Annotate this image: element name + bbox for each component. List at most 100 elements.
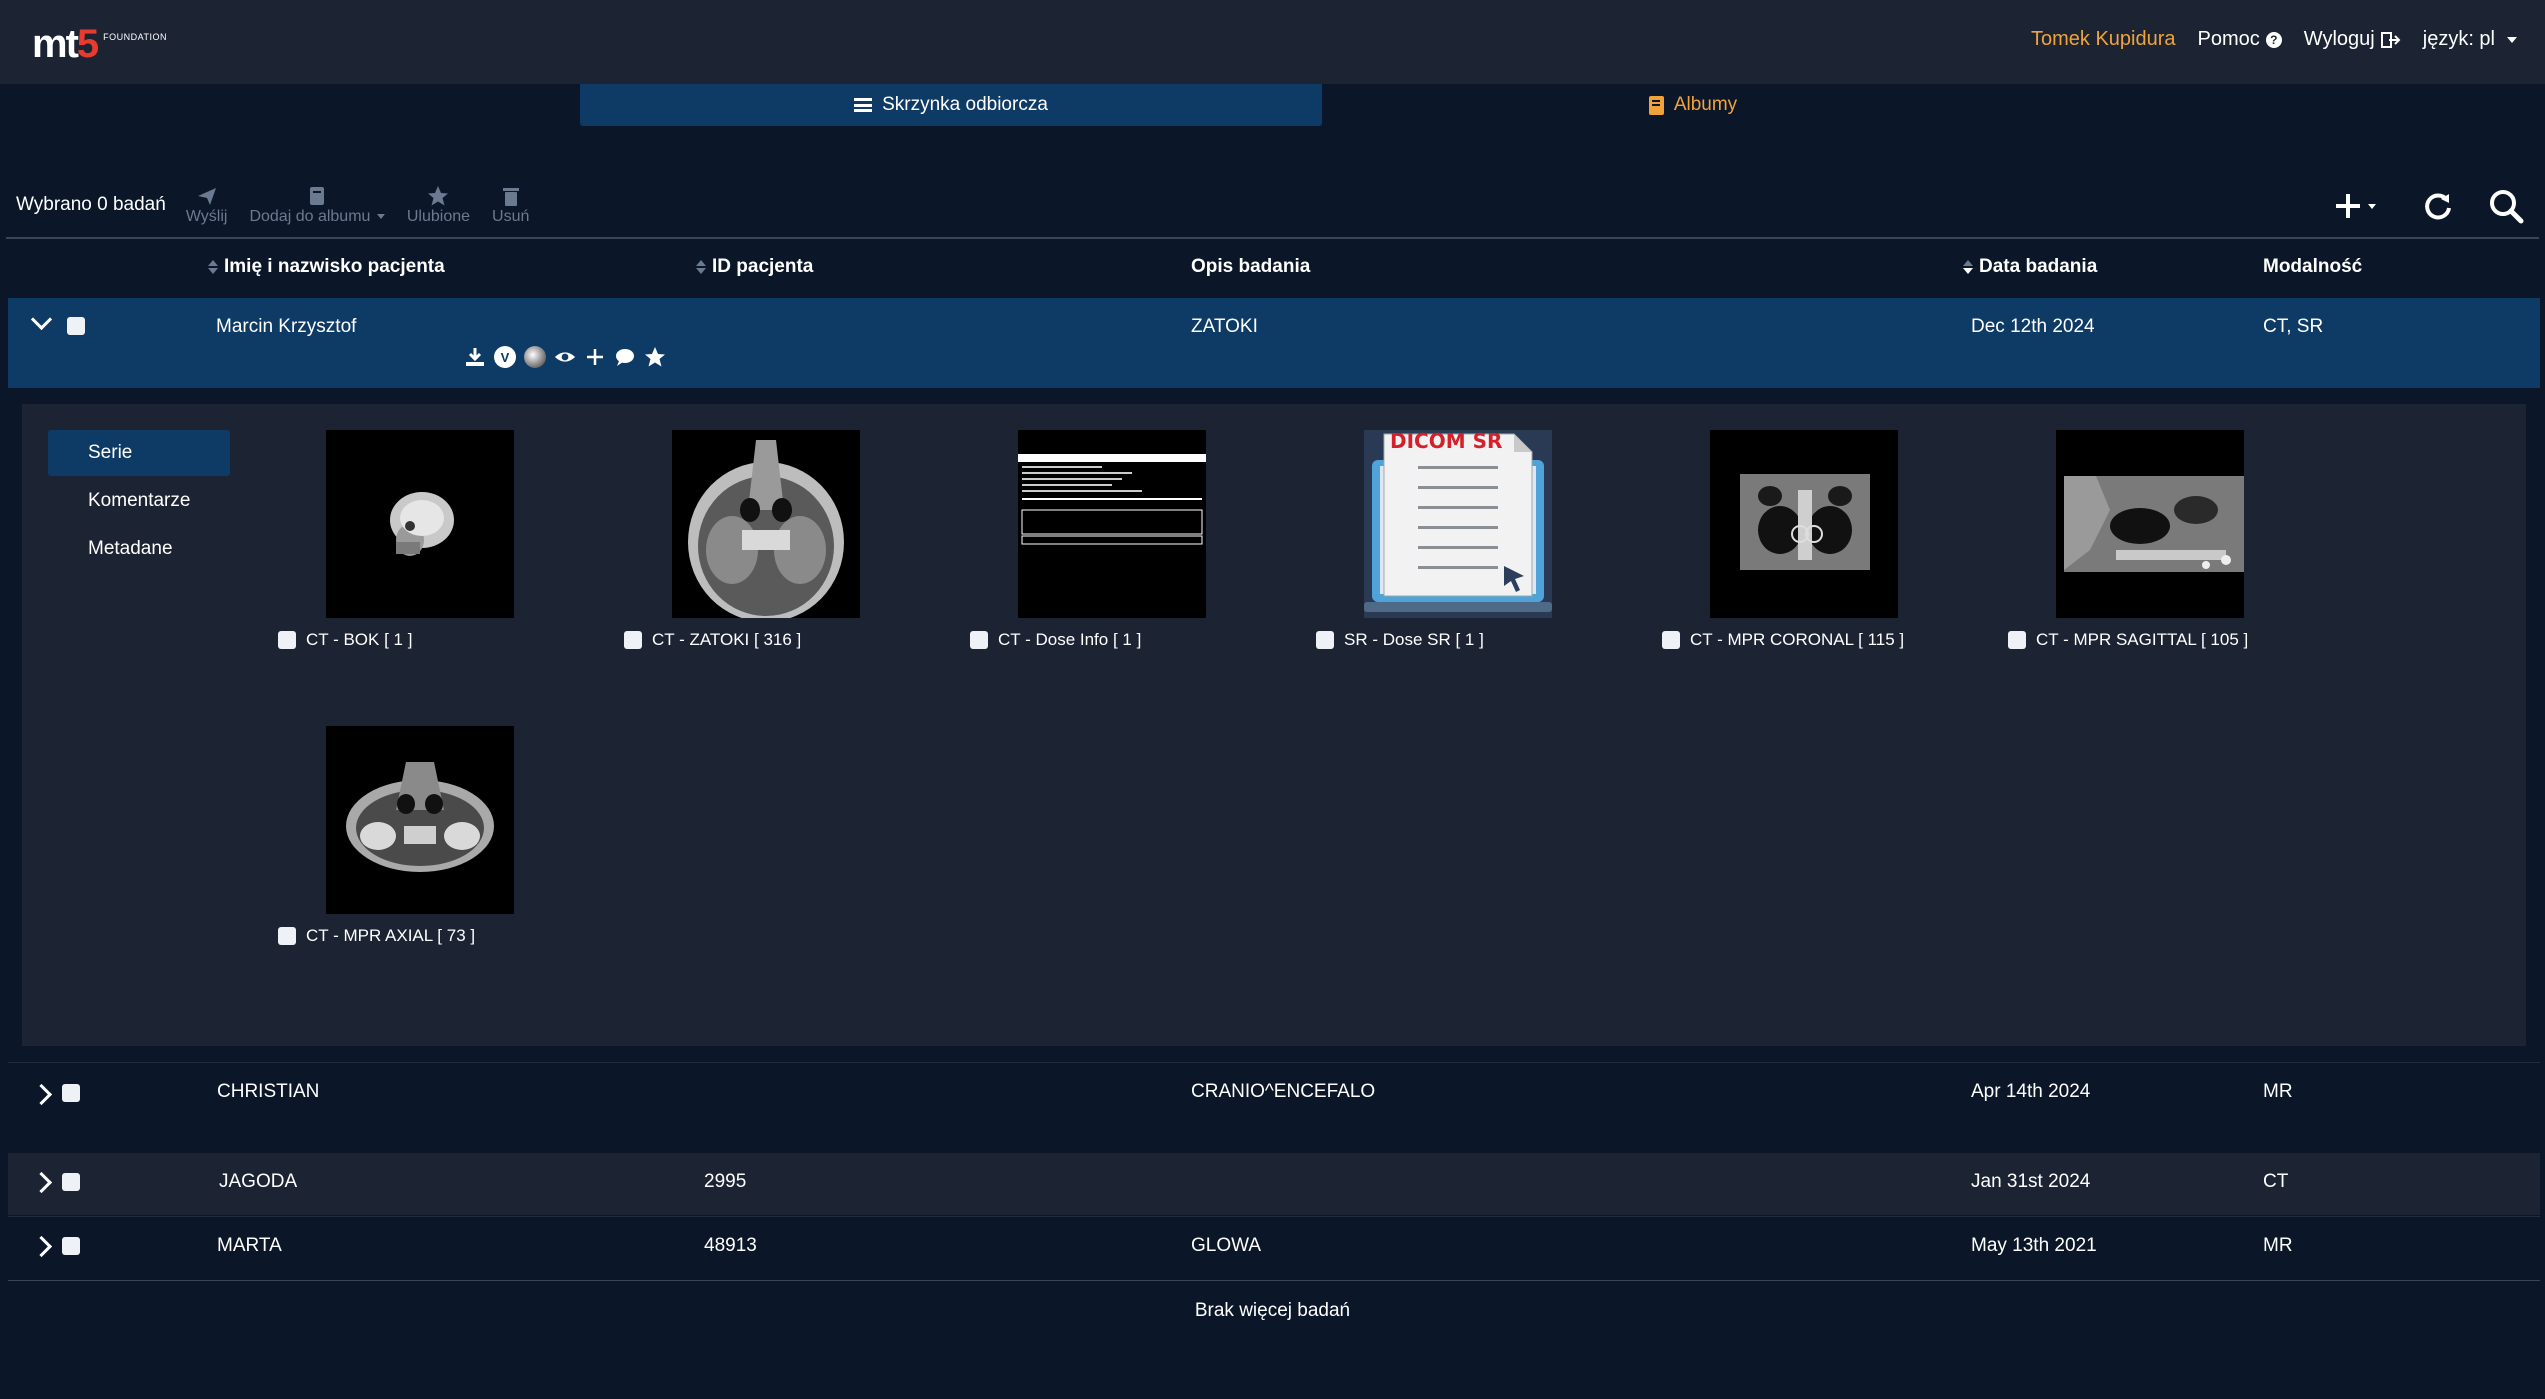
top-navbar: mt5 FOUNDATION Tomek Kupidura Pomoc ? Wy… — [0, 0, 2545, 84]
study-toolbar: Wybrano 0 badań Wyślij Dodaj do albumu U… — [16, 180, 551, 230]
help-label: Pomoc — [2197, 28, 2260, 50]
table-row[interactable]: JAGODA 2995 Jan 31st 2024 CT — [8, 1153, 2540, 1215]
add-to-album-button[interactable]: Dodaj do albumu — [249, 184, 385, 226]
axial-ct-thumbnail[interactable] — [672, 430, 860, 618]
header-modality-label: Modalność — [2263, 256, 2363, 277]
table-row[interactable]: CHRISTIAN CRANIO^ENCEFALO Apr 14th 2024 … — [8, 1062, 2540, 1153]
language-label: język: pl — [2422, 28, 2495, 50]
series-label-row: CT - ZATOKI [ 316 ] — [624, 630, 801, 650]
study-description: ZATOKI — [1191, 316, 1258, 337]
series-label-row: CT - MPR CORONAL [ 115 ] — [1662, 630, 1904, 650]
plus-icon[interactable] — [584, 346, 606, 368]
toolbar-divider — [6, 237, 2539, 239]
series-label: SR - Dose SR [ 1 ] — [1344, 630, 1484, 649]
study-detail-panel: Serie Komentarze Metadane CT - BOK [ 1 ] — [22, 404, 2526, 1046]
dose-table-thumbnail[interactable] — [1018, 430, 1206, 618]
series-label-row: CT - MPR SAGITTAL [ 105 ] — [2008, 630, 2248, 650]
comment-icon[interactable] — [614, 346, 636, 368]
study-description: CRANIO^ENCEFALO — [1191, 1081, 1376, 1102]
header-patient-id[interactable]: ID pacjenta — [696, 256, 813, 278]
tab-albums[interactable]: Albumy — [1322, 84, 2064, 126]
logout-link[interactable]: Wyloguj — [2304, 28, 2401, 51]
series-label-row: CT - Dose Info [ 1 ] — [970, 630, 1141, 650]
tab-inbox-label: Skrzynka odbiorcza — [882, 94, 1048, 115]
skull-thumbnail[interactable] — [326, 430, 514, 618]
series-checkbox[interactable] — [2008, 631, 2026, 649]
delete-button[interactable]: Usuń — [492, 184, 529, 226]
detail-tab-series[interactable]: Serie — [48, 430, 230, 476]
favorites-button[interactable]: Ulubione — [407, 184, 470, 226]
axial-mpr-thumbnail[interactable] — [326, 726, 514, 914]
language-dropdown[interactable]: język: pl — [2423, 28, 2517, 51]
dicom-sr-thumbnail[interactable]: DICOM SR — [1364, 430, 1552, 618]
patient-name: Marcin Krzysztof — [216, 316, 357, 337]
row-checkbox[interactable] — [62, 1173, 80, 1191]
sagittal-ct-thumbnail[interactable] — [2056, 430, 2244, 618]
study-description: GLOWA — [1191, 1235, 1262, 1256]
series-label-row: CT - BOK [ 1 ] — [278, 630, 412, 650]
refresh-button[interactable] — [2418, 186, 2458, 226]
mt5-logo[interactable]: mt5 FOUNDATION — [32, 20, 167, 64]
row-checkbox[interactable] — [67, 317, 85, 335]
search-button[interactable] — [2486, 186, 2526, 226]
study-modality: CT — [2263, 1171, 2289, 1192]
favorites-label: Ulubione — [406, 208, 471, 225]
patient-id: 48913 — [704, 1235, 757, 1256]
caret-down-icon — [2368, 203, 2376, 209]
header-name[interactable]: Imię i nazwisko pacjenta — [208, 256, 445, 278]
detail-tab-metadata[interactable]: Metadane — [48, 526, 230, 572]
delete-label: Usuń — [492, 208, 530, 225]
series-label-row: SR - Dose SR [ 1 ] — [1316, 630, 1484, 650]
series-label: CT - ZATOKI [ 316 ] — [652, 630, 802, 649]
download-icon[interactable] — [464, 346, 486, 368]
add-to-album-text: Dodaj do albumu — [249, 208, 371, 225]
header-name-label: Imię i nazwisko pacjenta — [224, 256, 445, 277]
row-checkbox[interactable] — [62, 1237, 80, 1255]
send-icon — [197, 188, 216, 205]
patient-id: 2995 — [704, 1171, 747, 1192]
patient-name: MARTA — [217, 1235, 282, 1256]
help-link[interactable]: Pomoc ? — [2198, 28, 2282, 51]
chevron-right-icon[interactable] — [30, 1083, 53, 1106]
question-icon: ? — [2265, 31, 2282, 48]
detail-tab-comments[interactable]: Komentarze — [48, 478, 230, 524]
series-label: CT - BOK [ 1 ] — [306, 630, 413, 649]
logo-number: 5 — [76, 22, 99, 66]
table-row[interactable]: MARTA 48913 GLOWA May 13th 2021 MR — [8, 1216, 2540, 1281]
table-row[interactable]: Marcin Krzysztof ZATOKI Dec 12th 2024 CT… — [8, 298, 2540, 388]
patient-name: JAGODA — [219, 1171, 298, 1192]
viewer-app-icon[interactable]: V — [494, 346, 516, 368]
row-actions: V — [464, 346, 666, 368]
coronal-ct-thumbnail[interactable] — [1710, 430, 1898, 618]
logo-subtitle: FOUNDATION — [103, 32, 167, 42]
study-date: May 13th 2021 — [1971, 1235, 2097, 1256]
tab-inbox[interactable]: Skrzynka odbiorcza — [580, 84, 1322, 126]
user-name-link[interactable]: Tomek Kupidura — [2031, 28, 2176, 51]
header-modality: Modalność — [2263, 256, 2362, 278]
add-study-dropdown[interactable] — [2330, 186, 2380, 226]
series-label-row: CT - MPR AXIAL [ 73 ] — [278, 926, 475, 946]
logout-icon — [2380, 31, 2401, 48]
chevron-right-icon[interactable] — [30, 1171, 53, 1194]
series-checkbox[interactable] — [624, 631, 642, 649]
chevron-down-icon[interactable] — [30, 308, 53, 331]
series-checkbox[interactable] — [1316, 631, 1334, 649]
series-checkbox[interactable] — [278, 631, 296, 649]
book-icon — [1648, 95, 1664, 115]
eye-icon[interactable] — [554, 346, 576, 368]
send-button[interactable]: Wyślij — [186, 184, 227, 226]
series-checkbox[interactable] — [1662, 631, 1680, 649]
no-more-studies-text: Brak więcej badań — [1194, 1300, 1351, 1321]
study-modality: MR — [2263, 1081, 2293, 1102]
chevron-right-icon[interactable] — [30, 1235, 53, 1258]
3d-viewer-icon[interactable] — [524, 346, 546, 368]
series-checkbox[interactable] — [278, 927, 296, 945]
star-icon[interactable] — [644, 346, 666, 368]
sort-icon — [696, 260, 706, 274]
row-checkbox[interactable] — [62, 1084, 80, 1102]
header-date[interactable]: Data badania — [1963, 256, 2097, 278]
study-date: Apr 14th 2024 — [1971, 1081, 2091, 1102]
series-checkbox[interactable] — [970, 631, 988, 649]
header-patient-id-label: ID pacjenta — [712, 256, 814, 277]
add-to-album-label: Dodaj do albumu — [249, 208, 385, 226]
